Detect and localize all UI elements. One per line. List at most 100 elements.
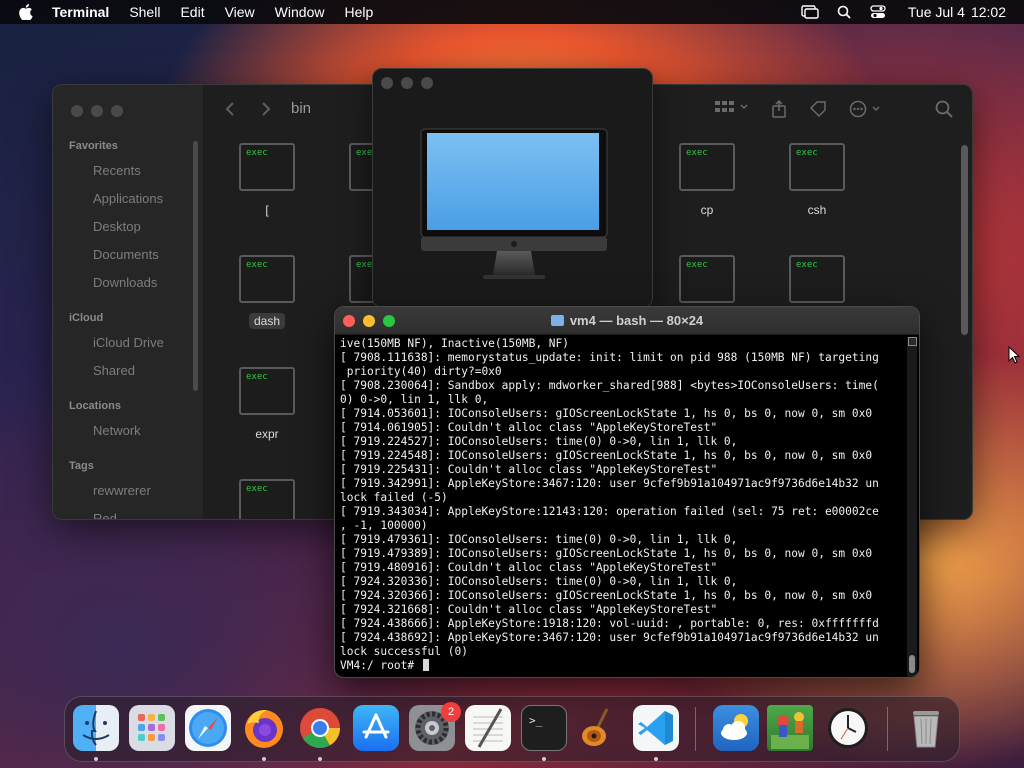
- exec-file-icon: exec: [679, 143, 735, 191]
- scrollbar-thumb[interactable]: [909, 655, 915, 673]
- menu-clock[interactable]: Tue Jul 4 12:02: [902, 4, 1006, 20]
- terminal-line: lock failed (-5): [340, 491, 448, 504]
- file-label: csh: [807, 203, 827, 217]
- search-icon[interactable]: [834, 4, 854, 20]
- terminal-line: [ 7908.111638]: memorystatus_update: ini…: [340, 351, 879, 364]
- sidebar-section-favorites: Favorites: [69, 140, 118, 152]
- finder-traffic-lights: [71, 105, 123, 117]
- sidebar-item-downloads[interactable]: Downloads: [93, 275, 157, 290]
- file-label: dash: [248, 313, 286, 329]
- dock: 2 >_: [64, 696, 960, 762]
- terminal-scrollbar[interactable]: [907, 337, 917, 677]
- launchpad-icon[interactable]: [129, 705, 175, 751]
- back-arrow-icon[interactable]: [225, 101, 235, 122]
- terminal-title-text: vm4 — bash — 80×24: [569, 313, 704, 328]
- exec-file-icon: exec: [679, 255, 735, 303]
- close-button[interactable]: [381, 77, 393, 89]
- imac-image: [420, 128, 608, 279]
- weather-icon[interactable]: [713, 705, 759, 751]
- menu-app-name[interactable]: Terminal: [52, 0, 109, 24]
- file-item-selected[interactable]: exec dash: [231, 245, 303, 330]
- menu-shell[interactable]: Shell: [129, 0, 160, 24]
- close-button[interactable]: [71, 105, 83, 117]
- file-item[interactable]: exec: [781, 255, 853, 303]
- terminal-line: [ 7919.225431]: Couldn't alloc class "Ap…: [340, 463, 718, 476]
- menu-window[interactable]: Window: [275, 0, 325, 24]
- sidebar-item-tag[interactable]: rewwrerer: [93, 483, 151, 498]
- text-cursor: [422, 659, 429, 671]
- forward-arrow-icon[interactable]: [261, 101, 271, 122]
- sidebar-item-icloud-drive[interactable]: iCloud Drive: [93, 335, 164, 350]
- clock-time: 12:02: [970, 4, 1006, 20]
- menu-edit[interactable]: Edit: [180, 0, 204, 24]
- zoom-button[interactable]: [421, 77, 433, 89]
- search-icon[interactable]: [935, 100, 953, 118]
- file-item[interactable]: exec [: [231, 143, 303, 217]
- running-indicator: [94, 757, 98, 761]
- screen-mirroring-icon[interactable]: [800, 4, 820, 20]
- notification-badge: 2: [441, 702, 461, 722]
- clock-date: Tue Jul 4: [907, 4, 965, 20]
- app-store-icon[interactable]: [353, 705, 399, 751]
- terminal-line: , -1, 100000): [340, 519, 428, 532]
- clock-icon[interactable]: [825, 705, 871, 751]
- sidebar-item-shared[interactable]: Shared: [93, 363, 135, 378]
- terminal-line: [ 7919.224548]: IOConsoleUsers: gIOScree…: [340, 449, 873, 462]
- minimize-button[interactable]: [401, 77, 413, 89]
- preview-traffic-lights: [381, 77, 433, 89]
- control-center-icon[interactable]: [868, 4, 888, 20]
- exec-file-icon: exec: [789, 143, 845, 191]
- split-pane-icon[interactable]: [908, 337, 917, 346]
- chrome-icon[interactable]: [297, 705, 343, 751]
- terminal-line: [ 7919.343034]: AppleKeyStore:12143:120:…: [340, 505, 879, 518]
- tag-icon[interactable]: [809, 100, 827, 118]
- sidebar-item-applications[interactable]: Applications: [93, 191, 163, 206]
- file-item[interactable]: exec: [231, 479, 303, 519]
- zoom-button[interactable]: [111, 105, 123, 117]
- textedit-icon[interactable]: [465, 705, 511, 751]
- garageband-icon[interactable]: [577, 705, 623, 751]
- view-options-icon[interactable]: [715, 100, 749, 114]
- menu-bar: Terminal Shell Edit View Window Help Tue…: [0, 0, 1024, 24]
- terminal-line: priority(40) dirty?=0x0: [340, 365, 502, 378]
- vscode-icon[interactable]: [633, 705, 679, 751]
- file-item[interactable]: exec csh: [781, 143, 853, 217]
- finder-icon[interactable]: [73, 705, 119, 751]
- sidebar-item-tag[interactable]: Red: [93, 511, 117, 519]
- terminal-line: 0) 0->0, lin 1, llk 0,: [340, 393, 489, 406]
- share-icon[interactable]: [771, 100, 787, 118]
- terminal-line: [ 7924.321668]: Couldn't alloc class "Ap…: [340, 603, 718, 616]
- more-actions-icon[interactable]: [849, 100, 883, 118]
- trash-icon[interactable]: [903, 705, 949, 751]
- apple-menu-icon[interactable]: [18, 4, 34, 20]
- sidebar-item-network[interactable]: Network: [93, 423, 141, 438]
- menu-view[interactable]: View: [225, 0, 255, 24]
- terminal-output[interactable]: ive(150MB NF), Inactive(150MB, NF)[ 7908…: [340, 337, 906, 675]
- exec-file-icon: exec: [789, 255, 845, 303]
- finder-scrollbar[interactable]: [961, 145, 968, 335]
- sidebar-item-recents[interactable]: Recents: [93, 163, 141, 178]
- file-item[interactable]: exec expr: [231, 367, 303, 441]
- minimize-button[interactable]: [91, 105, 103, 117]
- file-item[interactable]: exec: [671, 255, 743, 303]
- safari-icon[interactable]: [185, 705, 231, 751]
- terminal-icon[interactable]: >_: [521, 705, 567, 751]
- terminal-titlebar[interactable]: vm4 — bash — 80×24: [335, 307, 919, 335]
- file-item[interactable]: exec cp: [671, 143, 743, 217]
- running-indicator: [654, 757, 658, 761]
- mouse-pointer-icon: [1008, 345, 1021, 369]
- sidebar-item-desktop[interactable]: Desktop: [93, 219, 141, 234]
- folder-icon: [550, 315, 564, 326]
- firefox-icon[interactable]: [241, 705, 287, 751]
- terminal-line: [ 7914.053601]: IOConsoleUsers: gIOScree…: [340, 407, 873, 420]
- sidebar-item-documents[interactable]: Documents: [93, 247, 159, 262]
- file-label: [: [265, 203, 269, 217]
- running-indicator: [318, 757, 322, 761]
- sidebar-section-tags: Tags: [69, 460, 94, 472]
- terminal-prompt-line[interactable]: VM4:/ root#: [340, 659, 906, 673]
- exec-file-icon: exec: [239, 143, 295, 191]
- file-label: expr: [255, 427, 279, 441]
- game-icon[interactable]: [767, 705, 813, 751]
- sidebar-scrollbar[interactable]: [193, 141, 198, 391]
- menu-help[interactable]: Help: [344, 0, 373, 24]
